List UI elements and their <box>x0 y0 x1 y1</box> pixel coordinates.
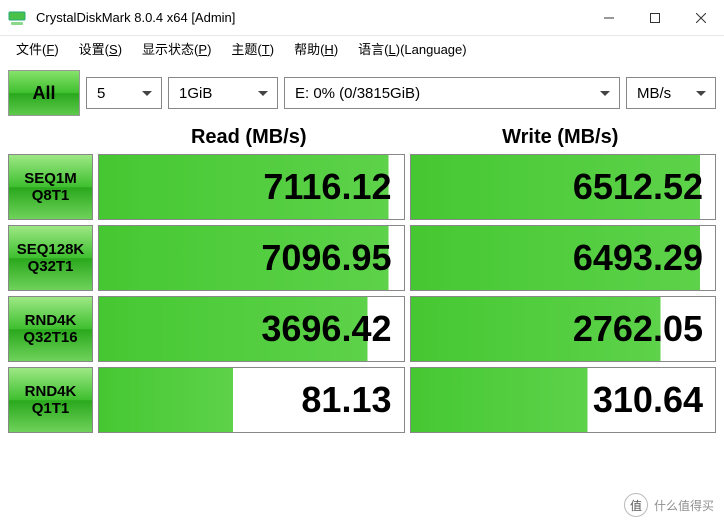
result-table: SEQ1M Q8T1 7116.12 6512.52 SEQ128K Q32T1… <box>0 154 724 441</box>
menu-file[interactable]: 文件(F) <box>6 36 69 64</box>
read-value: 81.13 <box>98 367 405 433</box>
watermark: 值 什么值得买 <box>624 493 714 517</box>
result-row: SEQ1M Q8T1 7116.12 6512.52 <box>8 154 716 220</box>
test-label-line2: Q8T1 <box>32 187 70 204</box>
write-value: 2762.05 <box>410 296 717 362</box>
menu-profile[interactable]: 显示状态(P) <box>132 36 221 64</box>
write-header: Write (MB/s) <box>405 126 717 149</box>
read-value: 7096.95 <box>98 225 405 291</box>
test-label-line1: RND4K <box>25 312 77 329</box>
maximize-button[interactable] <box>632 0 678 35</box>
header-spacer <box>8 126 93 149</box>
test-button-seq128k-q32t1[interactable]: SEQ128K Q32T1 <box>8 225 93 291</box>
test-count-select[interactable]: 5 <box>86 77 162 109</box>
title-bar: CrystalDiskMark 8.0.4 x64 [Admin] <box>0 0 724 36</box>
window-controls <box>586 0 724 35</box>
test-label-line1: SEQ1M <box>24 170 77 187</box>
minimize-button[interactable] <box>586 0 632 35</box>
test-size-select[interactable]: 1GiB <box>168 77 278 109</box>
test-button-rnd4k-q1t1[interactable]: RND4K Q1T1 <box>8 367 93 433</box>
drive-select[interactable]: E: 0% (0/3815GiB) <box>284 77 620 109</box>
close-button[interactable] <box>678 0 724 35</box>
read-value: 7116.12 <box>98 154 405 220</box>
write-value: 6512.52 <box>410 154 717 220</box>
menu-setup[interactable]: 设置(S) <box>69 36 132 64</box>
app-icon <box>8 9 26 27</box>
menu-theme[interactable]: 主题(T) <box>221 36 284 64</box>
result-row: SEQ128K Q32T1 7096.95 6493.29 <box>8 225 716 291</box>
test-button-seq1m-q8t1[interactable]: SEQ1M Q8T1 <box>8 154 93 220</box>
menu-bar: 文件(F) 设置(S) 显示状态(P) 主题(T) 帮助(H) 语言(L)(La… <box>0 36 724 64</box>
write-value: 310.64 <box>410 367 717 433</box>
write-value: 6493.29 <box>410 225 717 291</box>
test-label-line2: Q32T16 <box>23 329 77 346</box>
toolbar: All 5 1GiB E: 0% (0/3815GiB) MB/s <box>0 64 724 122</box>
test-label-line1: SEQ128K <box>17 241 85 258</box>
all-button[interactable]: All <box>8 70 80 116</box>
window-title: CrystalDiskMark 8.0.4 x64 [Admin] <box>36 10 586 25</box>
menu-language[interactable]: 语言(L)(Language) <box>348 36 476 64</box>
result-row: RND4K Q1T1 81.13 310.64 <box>8 367 716 433</box>
watermark-text: 什么值得买 <box>654 497 714 514</box>
read-header: Read (MB/s) <box>93 126 405 149</box>
watermark-icon: 值 <box>624 493 648 517</box>
test-label-line2: Q1T1 <box>32 400 70 417</box>
result-header: Read (MB/s) Write (MB/s) <box>0 126 724 149</box>
test-label-line2: Q32T1 <box>28 258 74 275</box>
app-window: CrystalDiskMark 8.0.4 x64 [Admin] 文件(F) … <box>0 0 724 523</box>
unit-select[interactable]: MB/s <box>626 77 716 109</box>
menu-help[interactable]: 帮助(H) <box>284 36 348 64</box>
test-button-rnd4k-q32t16[interactable]: RND4K Q32T16 <box>8 296 93 362</box>
result-row: RND4K Q32T16 3696.42 2762.05 <box>8 296 716 362</box>
read-value: 3696.42 <box>98 296 405 362</box>
test-label-line1: RND4K <box>25 383 77 400</box>
